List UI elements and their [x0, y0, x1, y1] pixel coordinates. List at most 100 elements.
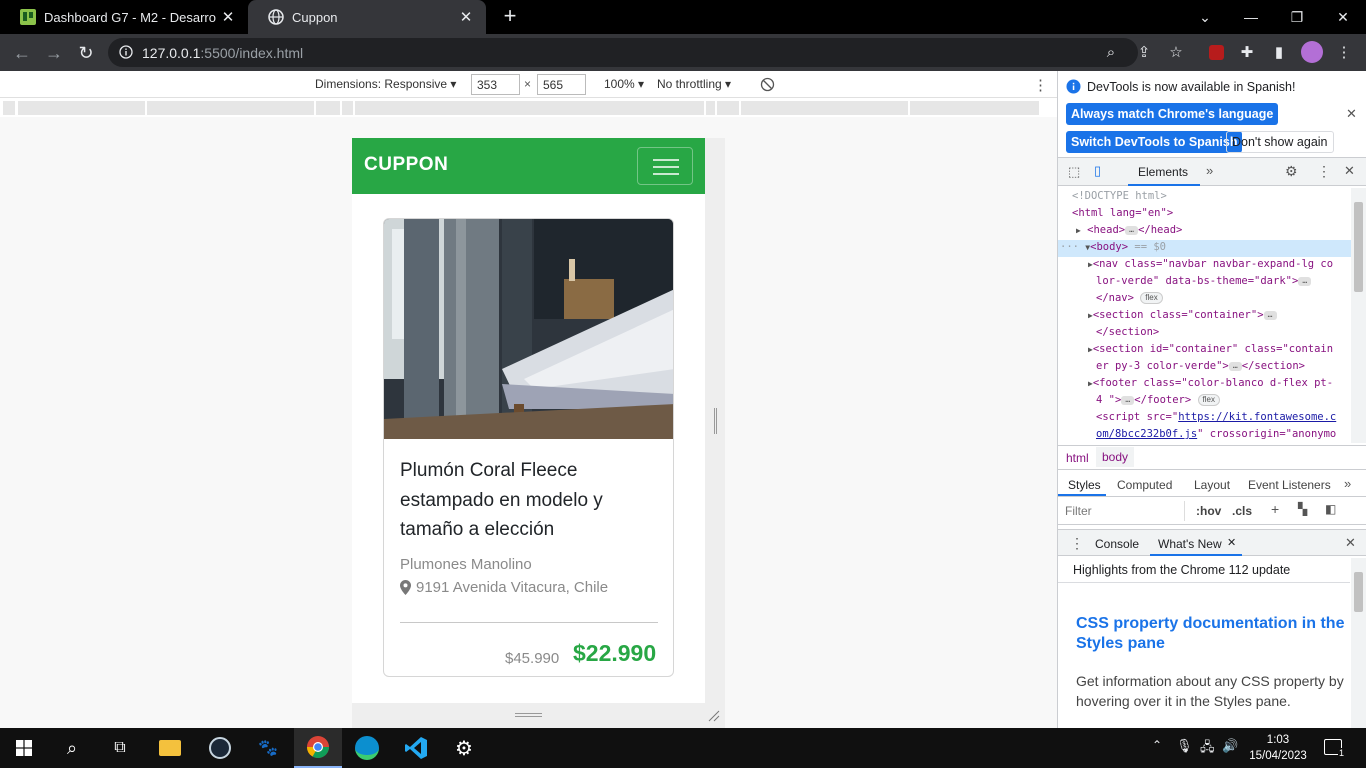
device-menu-icon[interactable]: ⋮	[1033, 76, 1048, 94]
close-icon[interactable]: ✕	[454, 8, 478, 26]
dom-scrollbar[interactable]	[1351, 188, 1366, 443]
chrome-icon[interactable]	[294, 728, 342, 768]
dom-script[interactable]: <script src="https://kit.fontawesome.c	[1096, 411, 1336, 423]
steam-icon[interactable]	[196, 728, 244, 768]
edge-icon[interactable]	[343, 728, 391, 768]
window-close-icon[interactable]: ✕	[1320, 0, 1366, 34]
product-card[interactable]: Plumón Coral Fleece estampado en modelo …	[383, 218, 674, 677]
tray-chevron-icon[interactable]: ⌃	[1152, 738, 1162, 752]
file-explorer-icon[interactable]	[146, 728, 194, 768]
whats-new-scrollbar[interactable]	[1351, 558, 1366, 728]
devtools-menu-icon[interactable]: ⋮	[1317, 163, 1331, 180]
info-icon[interactable]	[119, 45, 133, 59]
close-icon[interactable]: ✕	[1227, 536, 1236, 549]
windows-start-icon[interactable]	[0, 728, 48, 768]
tab-dashboard[interactable]: Dashboard G7 - M2 - Desarrollo ✕	[0, 0, 248, 34]
settings-gear-icon[interactable]: ⚙	[1285, 163, 1298, 180]
settings-gear-icon[interactable]: ⚙	[440, 728, 488, 768]
close-icon[interactable]: ✕	[216, 8, 240, 26]
vscode-icon[interactable]	[392, 728, 440, 768]
zoom-dropdown[interactable]: 100% ▾	[604, 77, 644, 91]
more-tabs-icon[interactable]: »	[1206, 163, 1213, 178]
dom-section-close: </section>	[1096, 326, 1160, 338]
device-frame: CUPPON Plumón Coral Fleece estampado en …	[352, 138, 705, 703]
dom-section[interactable]: ▶<section class="container">…	[1088, 309, 1277, 321]
product-title: Plumón Coral Fleece estampado en modelo …	[400, 460, 603, 540]
filter-input[interactable]: Filter	[1060, 501, 1185, 521]
device-toggle-icon[interactable]: ▯	[1094, 163, 1101, 179]
device-side-handle[interactable]	[705, 138, 725, 703]
zoom-search-icon[interactable]: ⌕	[1100, 41, 1122, 63]
navbar-toggler-button[interactable]	[637, 147, 693, 185]
media-query-bar[interactable]	[0, 99, 1057, 117]
sidebar-toggle-icon[interactable]: ◧	[1325, 502, 1336, 516]
reload-icon[interactable]: ↻	[73, 40, 99, 66]
hov-button[interactable]: :hov	[1196, 504, 1221, 518]
dom-tree[interactable]: <!DOCTYPE html> <html lang="en"> ▶ <head…	[1058, 188, 1351, 443]
gimp-icon[interactable]: 🐾	[244, 728, 292, 768]
tab-event-listeners[interactable]: Event Listeners	[1248, 478, 1331, 492]
close-devtools-icon[interactable]: ✕	[1344, 163, 1355, 179]
dom-html[interactable]: <html lang="en">	[1072, 207, 1173, 219]
task-view-icon[interactable]: ⧉	[96, 728, 144, 768]
dimensions-dropdown[interactable]: Dimensions: Responsive ▾	[315, 77, 456, 91]
tab-styles[interactable]: Styles	[1068, 478, 1101, 492]
microphone-icon[interactable]: 🎙	[1176, 738, 1193, 754]
height-input[interactable]: 565	[537, 74, 586, 95]
paint-icon[interactable]: ▚	[1298, 502, 1307, 516]
bookmark-star-icon[interactable]: ☆	[1165, 41, 1187, 63]
product-image	[384, 219, 673, 439]
new-tab-button[interactable]: +	[498, 5, 522, 29]
devtools-toolbar: ⬚ ▯ Elements » ⚙ ⋮ ✕	[1058, 157, 1366, 186]
breadcrumb-body[interactable]: body	[1096, 447, 1135, 467]
side-panel-icon[interactable]: ▮	[1268, 41, 1290, 63]
tab-elements[interactable]: Elements	[1138, 165, 1188, 179]
brand-logo[interactable]: CUPPON	[364, 154, 448, 176]
close-drawer-icon[interactable]: ✕	[1345, 535, 1356, 551]
width-input[interactable]: 353	[471, 74, 520, 95]
share-icon[interactable]: ⇪	[1133, 41, 1155, 63]
breadcrumb-html[interactable]: html	[1066, 451, 1089, 465]
tab-console[interactable]: Console	[1095, 537, 1139, 551]
volume-icon[interactable]: 🔊	[1222, 738, 1238, 754]
tab-whats-new[interactable]: What's New	[1158, 537, 1222, 551]
profile-avatar-icon[interactable]	[1301, 41, 1323, 63]
dom-body[interactable]: ··· ▼<body> == $0	[1060, 241, 1166, 253]
inspect-icon[interactable]: ⬚	[1068, 164, 1080, 180]
emulated-device-area: CUPPON Plumón Coral Fleece estampado en …	[0, 117, 1057, 728]
match-language-button[interactable]: Always match Chrome's language	[1066, 103, 1279, 125]
more-tabs-icon[interactable]: »	[1344, 476, 1351, 491]
resize-corner-icon[interactable]	[708, 710, 720, 722]
dom-section2[interactable]: ▶<section id="container" class="contain	[1088, 343, 1333, 355]
navbar: CUPPON	[352, 138, 705, 194]
clock[interactable]: 1:03 15/04/2023	[1248, 732, 1308, 764]
cls-button[interactable]: .cls	[1232, 504, 1252, 518]
network-icon[interactable]: 🖧	[1200, 738, 1215, 760]
back-icon[interactable]: ←	[9, 40, 35, 66]
address-bar[interactable]: 127.0.0.1:5500/index.html	[108, 38, 1138, 67]
throttling-dropdown[interactable]: No throttling ▾	[657, 77, 731, 91]
dom-footer[interactable]: ▶<footer class="color-blanco d-flex pt-	[1088, 377, 1333, 389]
rotate-icon[interactable]	[760, 77, 775, 92]
ublock-extension-icon[interactable]	[1205, 41, 1227, 63]
dom-head[interactable]: ▶ <head>… </head>	[1076, 224, 1182, 236]
whats-new-title[interactable]: CSS property documentation in the Styles…	[1076, 614, 1352, 654]
search-icon[interactable]: ⌕	[48, 728, 96, 768]
close-icon[interactable]: ✕	[1346, 106, 1357, 122]
tab-cuppon[interactable]: Cuppon ✕	[248, 0, 486, 34]
switch-spanish-button[interactable]: Switch DevTools to Spanish	[1066, 131, 1243, 153]
drawer-menu-icon[interactable]: ⋮	[1070, 535, 1084, 552]
dont-show-button[interactable]: Don't show again	[1226, 131, 1334, 153]
menu-kebab-icon[interactable]: ⋮	[1333, 41, 1355, 63]
restore-icon[interactable]: ❐	[1274, 0, 1320, 34]
tab-computed[interactable]: Computed	[1117, 478, 1172, 492]
forward-icon[interactable]: →	[41, 40, 67, 66]
dom-nav[interactable]: ▶<nav class="navbar navbar-expand-lg co	[1088, 258, 1333, 270]
tab-layout[interactable]: Layout	[1194, 478, 1230, 492]
dom-nav-cont: lor-verde" data-bs-theme="dark">…	[1096, 275, 1312, 287]
extensions-puzzle-icon[interactable]: ✚	[1236, 41, 1258, 63]
device-bottom-handle[interactable]	[352, 703, 725, 728]
tab-search-icon[interactable]: ⌄	[1182, 0, 1228, 34]
add-rule-icon[interactable]: +	[1271, 501, 1279, 517]
minimize-icon[interactable]: —	[1228, 0, 1274, 34]
